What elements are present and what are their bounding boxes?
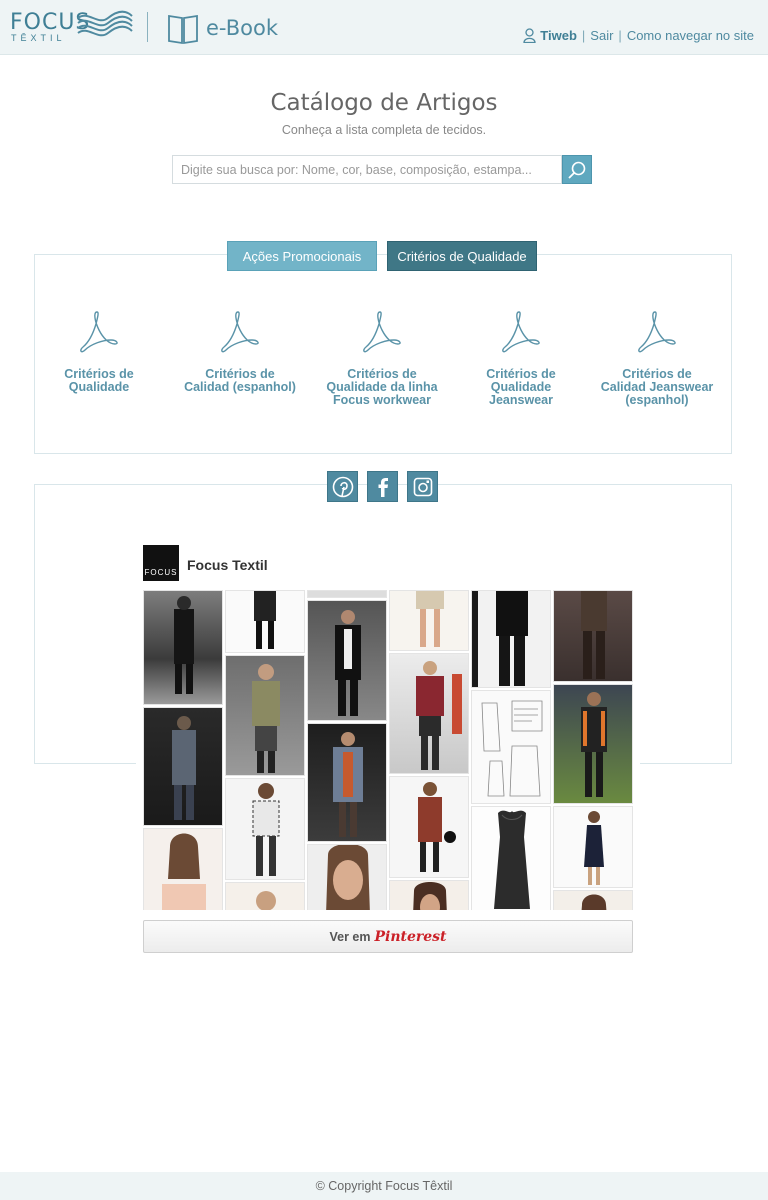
document-label: (espanhol) [625, 393, 689, 407]
tab-promotional-actions[interactable]: Ações Promocionais [227, 241, 377, 271]
pin-image[interactable] [471, 590, 551, 688]
tab-quality-criteria[interactable]: Critérios de Qualidade [387, 241, 537, 271]
pin-image[interactable] [307, 600, 387, 721]
pdf-icon [502, 311, 540, 353]
document-link[interactable]: Critérios de Qualidade Jeanswear [456, 310, 586, 407]
user-name-link[interactable]: Tiweb [540, 28, 577, 43]
pin-image[interactable] [471, 690, 551, 804]
document-link[interactable]: Critérios de Calidad Jeanswear (espanhol… [592, 310, 722, 407]
pdf-icon [363, 311, 401, 353]
focus-textil-logo[interactable]: FOCUS TÊXTIL [10, 8, 135, 46]
user-nav: Tiweb | Sair | Como navegar no site [523, 28, 754, 43]
pinterest-pin-grid [143, 590, 633, 910]
pin-image[interactable] [307, 844, 387, 910]
pin-image[interactable] [389, 653, 469, 774]
pin-image[interactable] [389, 776, 469, 878]
document-link[interactable]: Critérios de Qualidade [34, 310, 164, 394]
document-label: Jeanswear [489, 393, 553, 407]
pin-image[interactable] [553, 890, 633, 910]
nav-separator: | [581, 28, 586, 43]
document-link[interactable]: Critérios de Qualidade da linha Focus wo… [317, 310, 447, 407]
pinterest-button[interactable] [327, 471, 358, 502]
search-icon [568, 161, 586, 179]
help-navigation-link[interactable]: Como navegar no site [627, 28, 754, 43]
book-icon [168, 14, 198, 45]
document-link[interactable]: Critérios de Calidad (espanhol) [175, 310, 305, 394]
user-icon [523, 28, 536, 43]
pin-image[interactable] [225, 590, 305, 653]
button-prefix: Ver em [329, 929, 371, 944]
pin-image[interactable] [553, 806, 633, 888]
pin-image[interactable] [553, 590, 633, 682]
pin-image[interactable] [553, 684, 633, 804]
document-label: Focus workwear [333, 393, 431, 407]
header-divider [147, 12, 148, 42]
pin-image[interactable] [225, 882, 305, 910]
pin-image[interactable] [225, 778, 305, 880]
page-subtitle: Conheça a lista completa de tecidos. [281, 123, 487, 137]
page-title: Catálogo de Artigos [270, 90, 498, 116]
site-footer: © Copyright Focus Têxtil [0, 1172, 768, 1200]
site-header: FOCUS TÊXTIL e-Book Tiweb | Sair | Como … [0, 0, 768, 55]
pinterest-icon [332, 476, 353, 497]
document-label: Calidad (espanhol) [184, 380, 296, 394]
facebook-icon [378, 477, 388, 497]
ebook-label[interactable]: e-Book [206, 16, 278, 40]
pdf-icon [80, 311, 118, 353]
logo-subtext: TÊXTIL [11, 33, 66, 43]
pin-image[interactable] [143, 828, 223, 910]
instagram-button[interactable] [407, 471, 438, 502]
logo-waves-icon [77, 10, 133, 37]
pin-image[interactable] [389, 590, 469, 651]
copyright-text: © Copyright Focus Têxtil [315, 1179, 453, 1193]
pdf-icon [638, 311, 676, 353]
facebook-button[interactable] [367, 471, 398, 502]
instagram-icon [413, 477, 432, 496]
view-on-pinterest-button[interactable]: Ver em Pinterest [143, 920, 633, 953]
document-label: Qualidade [68, 380, 130, 394]
pinterest-avatar[interactable]: FOCUS [143, 545, 179, 581]
pdf-icon [221, 311, 259, 353]
pin-image[interactable] [307, 590, 387, 598]
pin-image[interactable] [307, 723, 387, 842]
pin-image[interactable] [389, 880, 469, 910]
pinterest-profile-name[interactable]: Focus Textil [187, 557, 268, 573]
pin-image[interactable] [471, 806, 551, 910]
search-input[interactable] [172, 155, 562, 184]
nav-separator: | [618, 28, 622, 43]
logout-link[interactable]: Sair [590, 28, 613, 43]
pin-image[interactable] [143, 590, 223, 705]
pin-image[interactable] [225, 655, 305, 776]
pinterest-wordmark: Pinterest [374, 928, 447, 945]
search-button[interactable] [562, 155, 592, 184]
pin-image[interactable] [143, 707, 223, 826]
avatar-text: FOCUS [144, 568, 178, 577]
